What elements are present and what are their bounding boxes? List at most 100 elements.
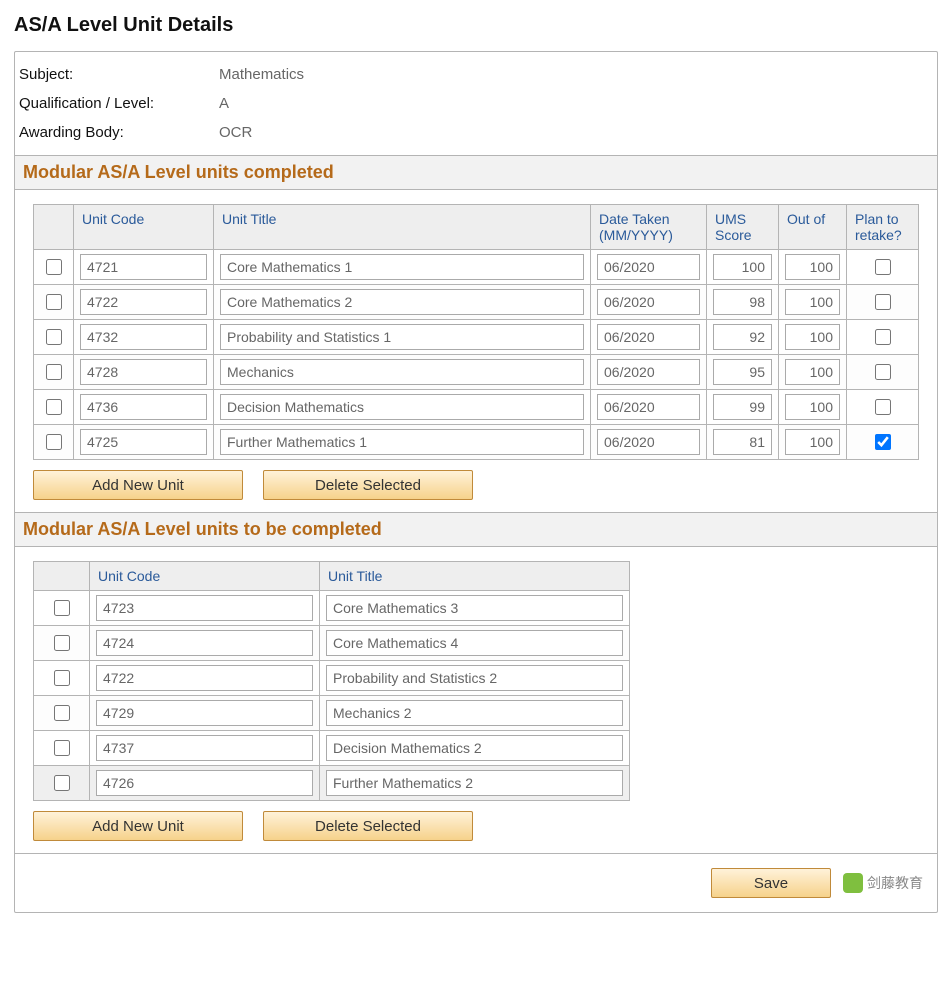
watermark: 剑藤教育 xyxy=(843,868,923,898)
ums-score-input[interactable] xyxy=(713,394,772,420)
unit-title-input[interactable] xyxy=(326,595,623,621)
unit-title-input[interactable] xyxy=(326,735,623,761)
ums-score-input[interactable] xyxy=(713,289,772,315)
ums-score-input[interactable] xyxy=(713,254,772,280)
row-select-checkbox[interactable] xyxy=(46,329,62,345)
out-of-input[interactable] xyxy=(785,289,840,315)
unit-code-input[interactable] xyxy=(80,359,207,385)
date-taken-input[interactable] xyxy=(597,429,700,455)
row-select-checkbox[interactable] xyxy=(46,259,62,275)
table-row xyxy=(34,661,630,696)
date-taken-input[interactable] xyxy=(597,394,700,420)
row-select-checkbox[interactable] xyxy=(46,364,62,380)
plan-retake-checkbox[interactable] xyxy=(875,434,891,450)
row-select-checkbox[interactable] xyxy=(54,705,70,721)
ums-score-input[interactable] xyxy=(713,324,772,350)
unit-details-panel: Subject: Mathematics Qualification / Lev… xyxy=(14,51,938,913)
completed-section-heading: Modular AS/A Level units completed xyxy=(15,155,937,190)
ums-score-input[interactable] xyxy=(713,429,772,455)
add-new-unit-button[interactable]: Add New Unit xyxy=(33,470,243,500)
row-select-checkbox[interactable] xyxy=(54,600,70,616)
unit-code-input[interactable] xyxy=(80,429,207,455)
unit-code-input[interactable] xyxy=(80,254,207,280)
table-row xyxy=(34,766,630,801)
ums-score-input[interactable] xyxy=(713,359,772,385)
plan-retake-checkbox[interactable] xyxy=(875,364,891,380)
table-row xyxy=(34,425,919,460)
row-select-checkbox[interactable] xyxy=(54,635,70,651)
completed-units-table: Unit Code Unit Title Date Taken (MM/YYYY… xyxy=(33,204,919,460)
unit-title-input[interactable] xyxy=(220,359,584,385)
unit-title-input[interactable] xyxy=(220,254,584,280)
add-new-unit-button[interactable]: Add New Unit xyxy=(33,811,243,841)
unit-title-input[interactable] xyxy=(326,665,623,691)
awarding-body-value: OCR xyxy=(219,124,252,141)
unit-title-input[interactable] xyxy=(326,770,623,796)
unit-code-input[interactable] xyxy=(96,595,313,621)
table-row xyxy=(34,250,919,285)
date-taken-input[interactable] xyxy=(597,359,700,385)
date-taken-input[interactable] xyxy=(597,289,700,315)
unit-title-input[interactable] xyxy=(220,289,584,315)
col-ums-score: UMS Score xyxy=(707,205,779,250)
row-select-checkbox[interactable] xyxy=(46,294,62,310)
unit-title-input[interactable] xyxy=(220,324,584,350)
unit-code-input[interactable] xyxy=(96,770,313,796)
unit-code-input[interactable] xyxy=(96,700,313,726)
out-of-input[interactable] xyxy=(785,359,840,385)
col-unit-title: Unit Title xyxy=(320,562,630,591)
row-select-checkbox[interactable] xyxy=(54,740,70,756)
unit-code-input[interactable] xyxy=(96,630,313,656)
row-select-checkbox[interactable] xyxy=(54,775,70,791)
date-taken-input[interactable] xyxy=(597,254,700,280)
plan-retake-checkbox[interactable] xyxy=(875,329,891,345)
awarding-body-label: Awarding Body: xyxy=(19,124,219,141)
save-button[interactable]: Save xyxy=(711,868,831,898)
out-of-input[interactable] xyxy=(785,324,840,350)
row-select-checkbox[interactable] xyxy=(46,434,62,450)
delete-selected-button[interactable]: Delete Selected xyxy=(263,470,473,500)
page-title: AS/A Level Unit Details xyxy=(14,14,938,37)
plan-retake-checkbox[interactable] xyxy=(875,294,891,310)
col-out-of: Out of xyxy=(779,205,847,250)
unit-title-input[interactable] xyxy=(326,700,623,726)
out-of-input[interactable] xyxy=(785,254,840,280)
todo-section-heading: Modular AS/A Level units to be completed xyxy=(15,512,937,547)
out-of-input[interactable] xyxy=(785,429,840,455)
unit-code-input[interactable] xyxy=(80,394,207,420)
table-row xyxy=(34,626,630,661)
subject-value: Mathematics xyxy=(219,66,304,83)
plan-retake-checkbox[interactable] xyxy=(875,399,891,415)
todo-units-table: Unit Code Unit Title xyxy=(33,561,630,801)
table-row xyxy=(34,285,919,320)
row-select-checkbox[interactable] xyxy=(54,670,70,686)
col-date-taken: Date Taken (MM/YYYY) xyxy=(591,205,707,250)
wechat-icon xyxy=(843,873,863,893)
row-select-checkbox[interactable] xyxy=(46,399,62,415)
out-of-input[interactable] xyxy=(785,394,840,420)
col-unit-title: Unit Title xyxy=(214,205,591,250)
table-row xyxy=(34,320,919,355)
col-unit-code: Unit Code xyxy=(74,205,214,250)
unit-title-input[interactable] xyxy=(326,630,623,656)
unit-title-input[interactable] xyxy=(220,429,584,455)
unit-code-input[interactable] xyxy=(80,289,207,315)
unit-code-input[interactable] xyxy=(96,735,313,761)
table-row xyxy=(34,390,919,425)
unit-code-input[interactable] xyxy=(80,324,207,350)
plan-retake-checkbox[interactable] xyxy=(875,259,891,275)
qualification-value: A xyxy=(219,95,229,112)
delete-selected-button[interactable]: Delete Selected xyxy=(263,811,473,841)
subject-label: Subject: xyxy=(19,66,219,83)
col-select xyxy=(34,205,74,250)
footer: Save 剑藤教育 xyxy=(15,853,937,912)
col-select xyxy=(34,562,90,591)
col-plan-retake: Plan to retake? xyxy=(847,205,919,250)
watermark-text: 剑藤教育 xyxy=(867,873,923,893)
qualification-header: Subject: Mathematics Qualification / Lev… xyxy=(15,52,937,155)
qualification-label: Qualification / Level: xyxy=(19,95,219,112)
date-taken-input[interactable] xyxy=(597,324,700,350)
unit-code-input[interactable] xyxy=(96,665,313,691)
table-row xyxy=(34,355,919,390)
unit-title-input[interactable] xyxy=(220,394,584,420)
